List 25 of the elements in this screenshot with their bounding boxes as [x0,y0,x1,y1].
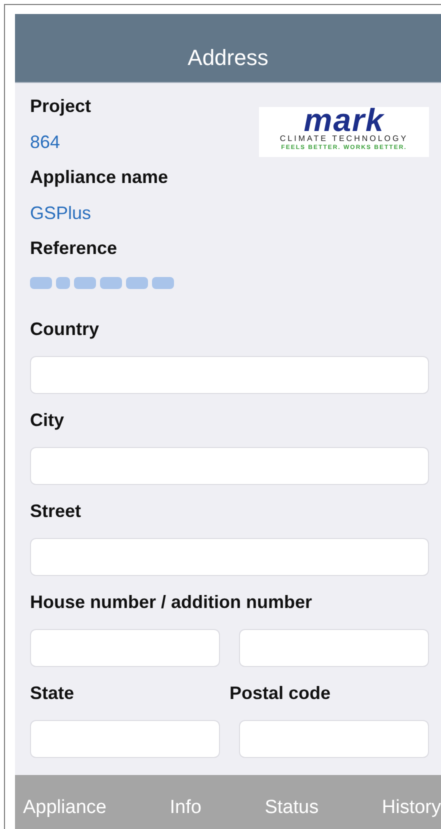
field-label: Appliance name [30,166,170,188]
logo-wordmark: mark [304,107,384,134]
field-label: Country [30,318,100,340]
tab[interactable]: History [382,796,441,818]
field-label: State [30,682,76,704]
field-label: Project [30,95,92,117]
field-label: City [30,409,66,431]
logo-tagline: CLIMATE TECHNOLOGY [280,134,408,144]
tab[interactable]: Info [170,796,202,818]
field-value: 864 [30,131,60,153]
input-field[interactable] [30,538,429,576]
input-field[interactable] [30,720,220,758]
field-label: Postal code [230,682,332,704]
field-label: House number / addition number [30,591,314,613]
header-title: Address [188,44,268,70]
field-label: Street [30,500,82,522]
input-field[interactable] [30,629,220,667]
input-field[interactable] [239,629,429,667]
tab[interactable]: Appliance [23,796,106,818]
field-value: GSPlus [30,202,92,224]
input-field[interactable] [239,720,429,758]
input-field[interactable] [30,447,429,485]
input-field[interactable] [30,356,429,394]
tab[interactable]: Status [264,796,319,818]
field-label: Reference [30,237,118,259]
